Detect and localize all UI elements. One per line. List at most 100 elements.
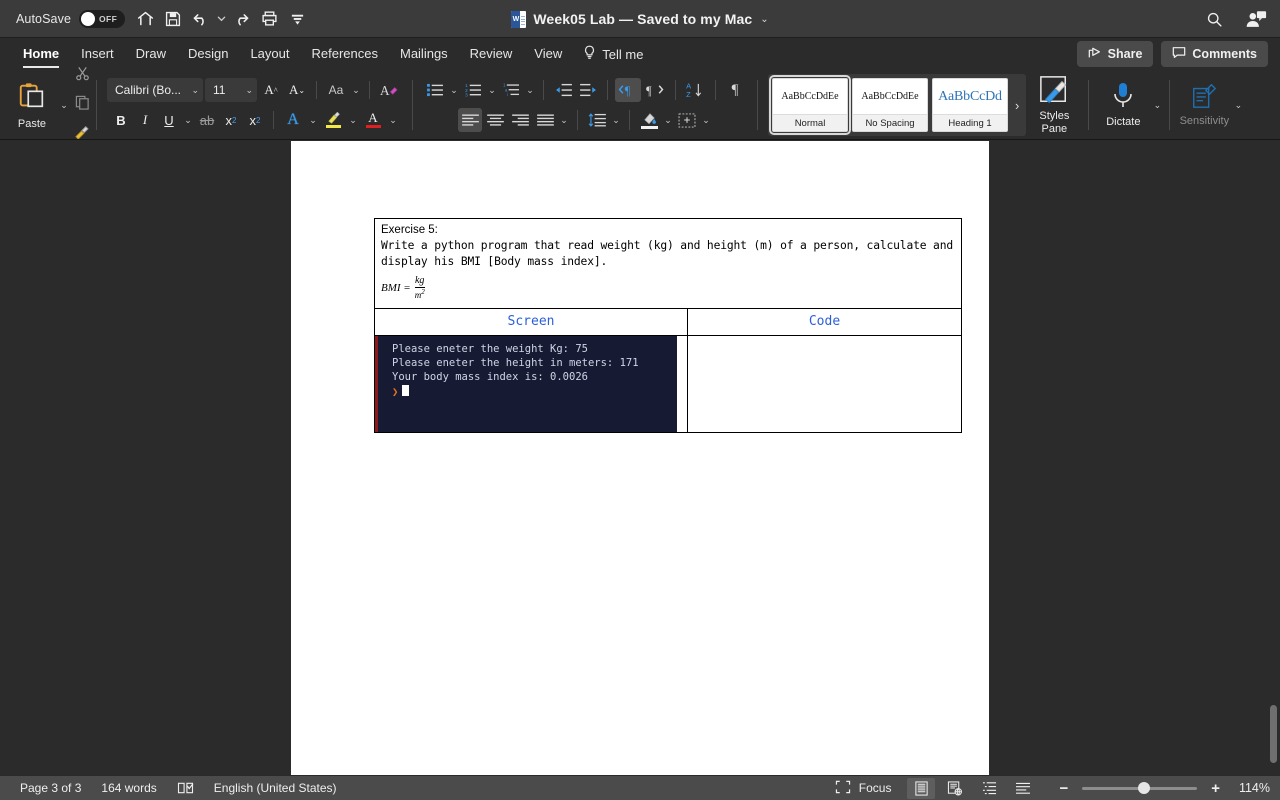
font-color-button[interactable]: A (361, 108, 385, 132)
change-case-button[interactable]: Aa (324, 78, 348, 102)
show-formatting-marks-button[interactable]: ¶ (723, 78, 747, 102)
table-cell-screen[interactable]: Please eneter the weight Kg: 75 Please e… (375, 335, 688, 432)
save-icon[interactable] (159, 4, 187, 34)
zoom-slider-handle[interactable] (1138, 782, 1151, 794)
document-canvas[interactable]: Exercise 5: Write a python program that … (0, 141, 1280, 775)
text-effects-chevron-down-icon[interactable]: ⌄ (307, 115, 319, 126)
draft-icon[interactable] (1009, 778, 1037, 799)
justify-button[interactable] (533, 108, 557, 132)
dictate-chevron-down-icon[interactable]: ⌄ (1151, 100, 1163, 111)
increase-indent-button[interactable] (576, 78, 600, 102)
search-icon[interactable] (1200, 4, 1228, 34)
spellcheck-icon[interactable] (177, 781, 194, 795)
tab-layout[interactable]: Layout (239, 42, 300, 67)
redo-icon[interactable] (227, 4, 255, 34)
font-name-combobox[interactable]: Calibri (Bo... ⌄ (107, 78, 203, 102)
home-icon[interactable] (131, 4, 159, 34)
shading-button[interactable] (637, 108, 661, 132)
print-layout-icon[interactable] (907, 777, 936, 799)
multilevel-list-button[interactable]: 1 a i (499, 78, 523, 102)
align-left-button[interactable] (458, 108, 482, 132)
numbered-list-chevron-down-icon[interactable]: ⌄ (486, 85, 498, 96)
outline-icon[interactable] (975, 778, 1003, 799)
language-indicator[interactable]: English (United States) (214, 781, 337, 795)
sensitivity-chevron-down-icon[interactable]: ⌄ (1232, 100, 1244, 111)
tab-draw[interactable]: Draw (125, 42, 177, 67)
page-indicator[interactable]: Page 3 of 3 (20, 781, 81, 795)
style-card-no-spacing[interactable]: AaBbCcDdEe No Spacing (852, 78, 928, 132)
grow-font-button[interactable]: A ^ (259, 78, 283, 102)
tab-design[interactable]: Design (177, 42, 239, 67)
font-name-chevron-down-icon[interactable]: ⌄ (189, 85, 199, 96)
line-spacing-button[interactable] (585, 108, 609, 132)
line-spacing-chevron-down-icon[interactable]: ⌄ (610, 115, 622, 126)
document-title-group[interactable]: W Week05 Lab — Saved to my Mac ⌄ (511, 10, 769, 28)
shrink-font-button[interactable]: A ⌄ (285, 78, 309, 102)
borders-button[interactable] (675, 108, 699, 132)
numbered-list-button[interactable]: 1 2 3 (461, 78, 485, 102)
styles-pane-button[interactable]: Styles Pane (1026, 70, 1082, 140)
paste-dropdown-chevron-icon[interactable]: ⌄ (58, 100, 70, 111)
word-count[interactable]: 164 words (101, 781, 156, 795)
tab-insert[interactable]: Insert (70, 42, 125, 67)
font-size-combobox[interactable]: 11 ⌄ (205, 78, 257, 102)
change-case-chevron-down-icon[interactable]: ⌄ (350, 85, 362, 96)
comments-button[interactable]: Comments (1161, 41, 1268, 67)
highlight-color-button[interactable] (321, 108, 345, 132)
tell-me-search[interactable]: Tell me (573, 41, 653, 67)
strikethrough-button[interactable]: ab (196, 108, 218, 132)
sensitivity-button[interactable]: Sensitivity (1176, 70, 1232, 140)
bullet-list-button[interactable] (423, 78, 447, 102)
vertical-scrollbar[interactable] (1270, 145, 1277, 771)
font-color-chevron-down-icon[interactable]: ⌄ (387, 115, 399, 126)
vertical-scrollbar-thumb[interactable] (1270, 705, 1277, 763)
paste-button[interactable]: Paste (8, 81, 56, 130)
cut-icon[interactable] (75, 66, 90, 86)
multilevel-list-chevron-down-icon[interactable]: ⌄ (524, 85, 536, 96)
zoom-out-button[interactable]: − (1057, 780, 1070, 797)
account-icon[interactable] (1242, 4, 1270, 34)
ltr-text-direction-button[interactable]: ¶ (615, 78, 641, 102)
font-size-chevron-down-icon[interactable]: ⌄ (243, 85, 253, 96)
customize-toolbar-icon[interactable] (283, 4, 311, 34)
print-icon[interactable] (255, 4, 283, 34)
tab-review[interactable]: Review (459, 42, 524, 67)
copy-icon[interactable] (75, 95, 90, 115)
table-cell-code[interactable] (688, 336, 961, 432)
justify-chevron-down-icon[interactable]: ⌄ (558, 115, 570, 126)
sort-button[interactable]: A Z (683, 78, 708, 102)
underline-button[interactable]: U (158, 108, 180, 132)
shading-chevron-down-icon[interactable]: ⌄ (662, 115, 674, 126)
borders-chevron-down-icon[interactable]: ⌄ (700, 115, 712, 126)
zoom-slider[interactable] (1082, 782, 1198, 794)
share-button[interactable]: Share (1076, 41, 1154, 67)
web-layout-icon[interactable] (941, 778, 969, 799)
align-right-button[interactable] (508, 108, 532, 132)
styles-gallery-next-icon[interactable]: › (1012, 98, 1022, 113)
tab-view[interactable]: View (523, 42, 573, 67)
zoom-in-button[interactable]: + (1209, 780, 1222, 797)
text-effects-button[interactable]: A (281, 108, 305, 132)
subscript-button[interactable]: x2 (220, 108, 242, 132)
style-card-heading-1[interactable]: AaBbCcDd Heading 1 (932, 78, 1008, 132)
zoom-level[interactable]: 114% (1228, 781, 1270, 795)
undo-dropdown-chevron-icon[interactable] (215, 4, 227, 34)
style-card-normal[interactable]: AaBbCcDdEe Normal (769, 75, 851, 135)
focus-button[interactable]: Focus (835, 780, 891, 797)
underline-chevron-down-icon[interactable]: ⌄ (182, 115, 194, 126)
clear-formatting-button[interactable]: A (377, 78, 402, 102)
bold-button[interactable]: B (110, 108, 132, 132)
tab-home[interactable]: Home (12, 42, 70, 68)
dictate-button[interactable]: Dictate (1095, 70, 1151, 140)
align-center-button[interactable] (483, 108, 507, 132)
autosave-toggle[interactable]: OFF (79, 9, 126, 28)
document-page[interactable]: Exercise 5: Write a python program that … (291, 141, 989, 775)
bullet-list-chevron-down-icon[interactable]: ⌄ (448, 85, 460, 96)
highlight-chevron-down-icon[interactable]: ⌄ (347, 115, 359, 126)
undo-icon[interactable] (187, 4, 215, 34)
title-chevron-down-icon[interactable]: ⌄ (760, 14, 768, 25)
superscript-button[interactable]: x2 (244, 108, 266, 132)
italic-button[interactable]: I (134, 108, 156, 132)
tab-mailings[interactable]: Mailings (389, 42, 459, 67)
tab-references[interactable]: References (301, 42, 389, 67)
